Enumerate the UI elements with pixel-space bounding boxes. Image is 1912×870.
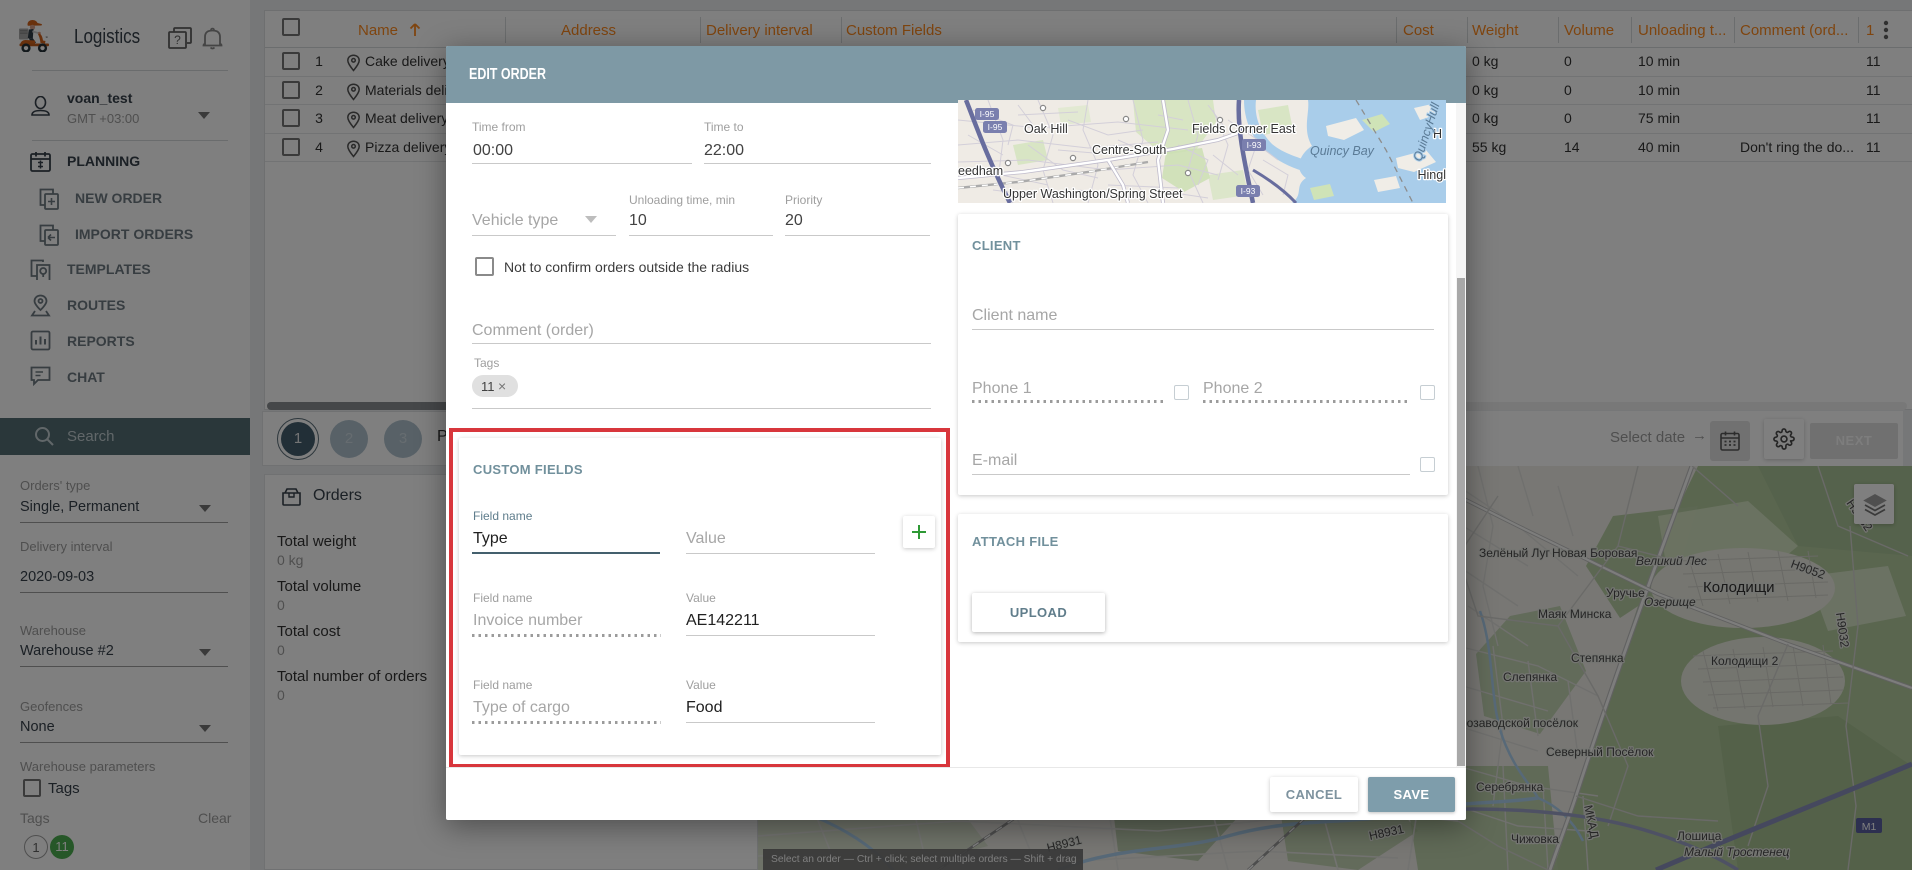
svg-text:Hingl: Hingl [1418,168,1447,182]
svg-text:I-93: I-93 [1241,186,1256,196]
svg-text:I-95: I-95 [980,109,995,119]
svg-text:Upper Washington/Spring Street: Upper Washington/Spring Street [1003,187,1183,201]
svg-text:Centre-South: Centre-South [1092,143,1166,157]
svg-text:eedham: eedham [958,164,1003,178]
svg-text:I-95: I-95 [988,122,1003,132]
svg-text:Oak Hill: Oak Hill [1024,122,1068,136]
svg-text:Fields Corner East: Fields Corner East [1192,122,1296,136]
svg-text:I-93: I-93 [1247,140,1262,150]
svg-text:Quincy Bay: Quincy Bay [1310,144,1375,158]
